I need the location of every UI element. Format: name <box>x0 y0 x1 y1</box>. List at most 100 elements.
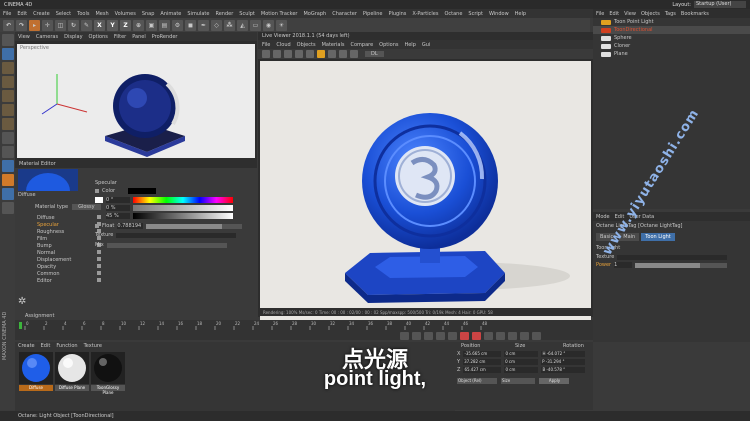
color-picker-swatch[interactable] <box>95 197 103 203</box>
layout-value[interactable]: Startup (User) <box>694 1 746 8</box>
channel-item-displacement[interactable]: Displacement <box>35 257 107 264</box>
deformer-icon[interactable]: ◭ <box>237 19 248 31</box>
array-icon[interactable]: ⁂ <box>224 19 235 31</box>
points-mode-icon[interactable] <box>1 90 14 102</box>
mix-slider[interactable] <box>106 242 227 248</box>
float-slider[interactable] <box>146 223 243 229</box>
menu-file[interactable]: File <box>3 11 11 17</box>
render-settings-icon[interactable]: ⚙ <box>172 19 183 31</box>
channel-checkbox[interactable] <box>97 250 101 254</box>
channel-item-editor[interactable]: Editor <box>35 278 107 285</box>
perspective-viewport[interactable]: View Cameras Display Options Filter Pane… <box>15 32 257 160</box>
material-preview[interactable] <box>18 169 78 209</box>
x-axis-button[interactable]: X <box>94 19 105 31</box>
viewer-menu-objects[interactable]: Objects <box>297 42 316 48</box>
menu-pipeline[interactable]: Pipeline <box>363 11 383 17</box>
object-row-sphere[interactable]: Sphere <box>593 34 750 42</box>
scale-key-icon[interactable] <box>520 331 529 340</box>
tweak-icon[interactable] <box>1 146 14 158</box>
timeline-ruler[interactable]: 0 2 4 6 8 10 12 14 16 18 20 22 24 26 28 30 32 34 36 38 40 42 4… <box>19 320 519 330</box>
viewer-menu-materials[interactable]: Materials <box>322 42 345 48</box>
texture-slot[interactable] <box>116 232 237 238</box>
h-field[interactable]: 0 ° <box>106 197 130 203</box>
menu-edit[interactable]: Edit <box>17 11 27 17</box>
region-render-icon[interactable] <box>328 50 336 58</box>
menu-plugins[interactable]: Plugins <box>388 11 406 17</box>
viewport-menu-options[interactable]: Options <box>89 34 108 40</box>
assignment-tab[interactable]: Assignment <box>25 313 54 319</box>
pick-material-icon[interactable] <box>350 50 358 58</box>
camera-icon[interactable]: ◉ <box>263 19 274 31</box>
model-mode-icon[interactable] <box>1 48 14 60</box>
color-checkbox[interactable] <box>95 189 99 193</box>
value-slider[interactable] <box>133 213 233 219</box>
tab-toon-light[interactable]: Toon Light <box>641 233 675 241</box>
select-tool-icon[interactable]: ▸ <box>29 19 40 31</box>
menu-animate[interactable]: Animate <box>160 11 181 17</box>
position-key-icon[interactable] <box>496 331 505 340</box>
timeline-playhead[interactable] <box>19 322 22 329</box>
axis-mode-icon[interactable] <box>1 132 14 144</box>
menu-snap[interactable]: Snap <box>142 11 155 17</box>
object-row-plane[interactable]: Plane <box>593 50 750 58</box>
menu-render[interactable]: Render <box>215 11 233 17</box>
om-menu-view[interactable]: View <box>624 11 636 17</box>
layout-selector[interactable]: Layout: Startup (User) <box>672 1 746 8</box>
autokey-icon[interactable] <box>472 331 481 340</box>
texture-mode-icon[interactable] <box>1 62 14 74</box>
menu-volumes[interactable]: Volumes <box>115 11 136 17</box>
menu-tools[interactable]: Tools <box>77 11 89 17</box>
octane-icon[interactable] <box>1 174 14 186</box>
workplane-icon[interactable] <box>1 76 14 88</box>
render-mode-select[interactable]: DL <box>365 51 384 57</box>
viewer-menu-help[interactable]: Help <box>404 42 415 48</box>
color-swatch[interactable] <box>128 188 157 194</box>
menu-sculpt[interactable]: Sculpt <box>239 11 255 17</box>
channel-checkbox[interactable] <box>97 257 101 261</box>
viewport-menu-panel[interactable]: Panel <box>132 34 146 40</box>
viewport-menu-display[interactable]: Display <box>64 34 82 40</box>
go-to-end-icon[interactable] <box>448 331 457 340</box>
object-row-toon-point-light[interactable]: Toon Point Light <box>593 18 750 26</box>
render-picture-viewer-icon[interactable]: ▤ <box>159 19 170 31</box>
floor-icon[interactable]: ▭ <box>250 19 261 31</box>
viewport-menu-filter[interactable]: Filter <box>114 34 126 40</box>
menu-help[interactable]: Help <box>515 11 526 17</box>
s-field[interactable]: 0 % <box>106 205 130 211</box>
pen-icon[interactable]: ✒ <box>198 19 209 31</box>
float-checkbox[interactable] <box>95 224 99 228</box>
play-icon[interactable] <box>424 331 433 340</box>
menu-x-particles[interactable]: X-Particles <box>412 11 438 17</box>
channel-item-opacity[interactable]: Opacity <box>35 264 107 271</box>
hue-slider[interactable] <box>133 197 233 203</box>
om-menu-objects[interactable]: Objects <box>641 11 660 17</box>
viewer-menu-file[interactable]: File <box>262 42 270 48</box>
z-axis-button[interactable]: Z <box>120 19 131 31</box>
undo-icon[interactable]: ↶ <box>3 19 14 31</box>
cube-icon[interactable]: ◼ <box>185 19 196 31</box>
recent-tool-icon[interactable]: ✎ <box>81 19 92 31</box>
attr-texture-slot[interactable] <box>617 254 728 260</box>
om-menu-tags[interactable]: Tags <box>665 11 676 17</box>
om-menu-bookmarks[interactable]: Bookmarks <box>681 11 709 17</box>
channel-item-common[interactable]: Common <box>35 271 107 278</box>
power-slider[interactable] <box>635 262 728 268</box>
menu-select[interactable]: Select <box>56 11 71 17</box>
keyframe-icon[interactable] <box>484 331 493 340</box>
render-view-icon[interactable]: ▣ <box>146 19 157 31</box>
send-scene-icon[interactable] <box>262 50 270 58</box>
attr-menu-mode[interactable]: Mode <box>596 214 610 220</box>
go-to-start-icon[interactable] <box>400 331 409 340</box>
object-row-cloner[interactable]: Cloner <box>593 42 750 50</box>
viewport-menu-view[interactable]: View <box>18 34 30 40</box>
power-field[interactable]: 1 <box>614 262 633 268</box>
quantize-icon[interactable] <box>1 202 14 214</box>
stop-render-icon[interactable] <box>295 50 303 58</box>
next-frame-icon[interactable] <box>436 331 445 340</box>
object-row-toon-directional[interactable]: ToonDirectional <box>593 26 750 34</box>
previous-frame-icon[interactable] <box>412 331 421 340</box>
viewport-canvas[interactable]: Perspective <box>17 44 255 158</box>
render-canvas[interactable] <box>260 61 591 334</box>
menu-motion-tracker[interactable]: Motion Tracker <box>261 11 298 17</box>
snap-icon[interactable] <box>1 160 14 172</box>
